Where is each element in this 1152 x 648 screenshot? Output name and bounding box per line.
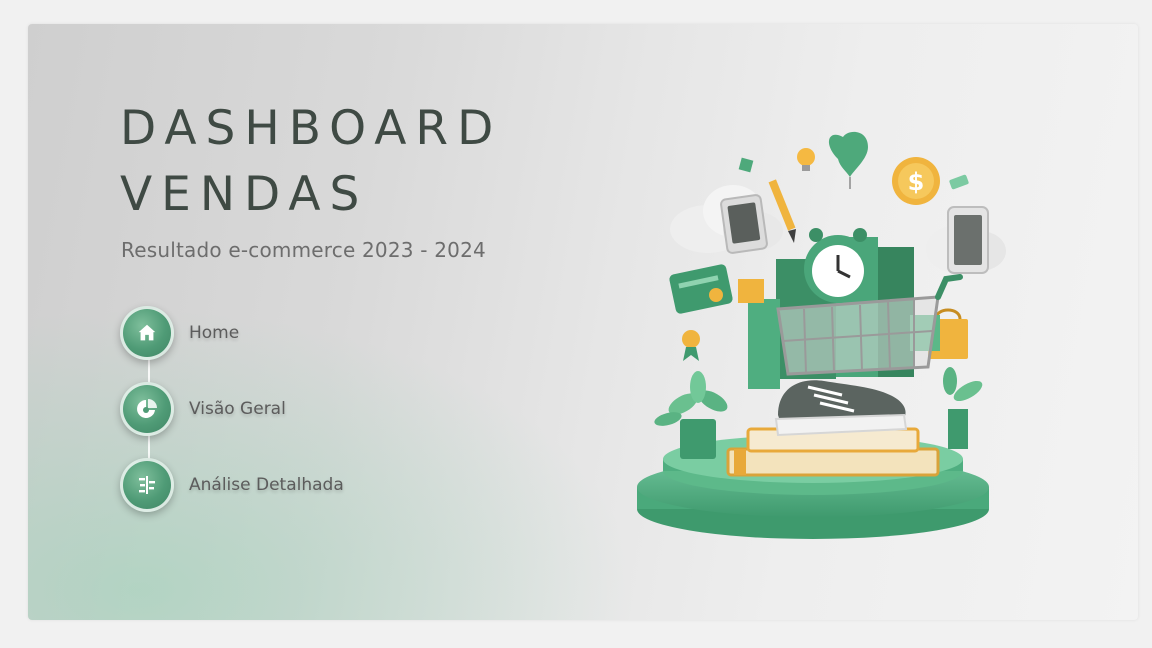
shopping-cart-illustration: $	[637, 131, 1006, 539]
nav-label-overview: Visão Geral	[189, 399, 286, 419]
lightbulb-icon	[797, 148, 815, 171]
title-line-1: DASHBOARD	[120, 101, 503, 156]
cash-icon	[949, 174, 969, 190]
alarm-clock-icon	[804, 228, 872, 303]
cube-icon	[738, 157, 754, 173]
cloud-left	[670, 185, 783, 254]
sneaker-icon	[774, 380, 908, 437]
page-title: DASHBOARD VENDAS	[120, 96, 502, 228]
nav-label-detailed-analysis: Análise Detalhada	[189, 475, 344, 495]
plant-right	[943, 367, 983, 449]
dashboard-canvas: DASHBOARD VENDAS Resultado e-commerce 20…	[28, 24, 1138, 620]
book-stack	[726, 427, 940, 477]
dollar-coin-icon: $	[892, 157, 940, 205]
nav-item-home[interactable]: Home	[120, 306, 239, 360]
cloud-right	[926, 206, 1006, 274]
analysis-icon	[120, 458, 174, 512]
credit-card-icon	[669, 264, 733, 314]
nav-label-home: Home	[189, 323, 240, 343]
title-line-2: VENDAS	[120, 167, 369, 222]
home-icon	[120, 306, 174, 360]
pie-chart-icon	[120, 382, 174, 436]
navigation-menu: Home Visão Geral Análise Detalhada	[120, 306, 480, 546]
award-badge-icon	[682, 330, 700, 361]
page-subtitle: Resultado e-commerce 2023 - 2024	[121, 238, 486, 262]
svg-text:$: $	[908, 168, 925, 196]
nav-item-detailed-analysis[interactable]: Análise Detalhada	[120, 458, 344, 512]
nav-item-overview[interactable]: Visão Geral	[120, 382, 286, 436]
balloon-icon	[828, 131, 868, 189]
